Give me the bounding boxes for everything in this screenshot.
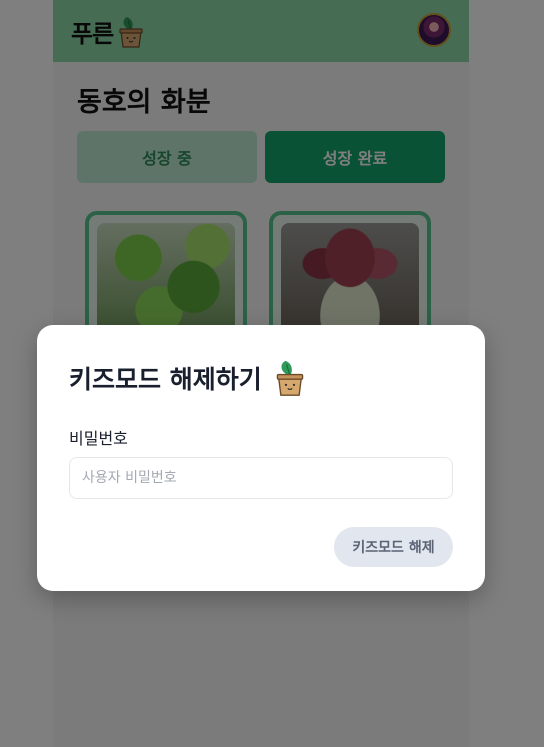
dialog-title-row: 키즈모드 해제하기 <box>69 359 306 397</box>
kids-mode-unlock-dialog: 키즈모드 해제하기 비밀번호 키즈모드 해제 <box>37 325 485 591</box>
password-input[interactable] <box>69 457 453 499</box>
password-label: 비밀번호 <box>69 429 128 448</box>
kids-mode-unlock-button[interactable]: 키즈모드 해제 <box>334 527 453 567</box>
plant-pot-icon <box>274 359 306 397</box>
dialog-title: 키즈모드 해제하기 <box>69 365 262 394</box>
